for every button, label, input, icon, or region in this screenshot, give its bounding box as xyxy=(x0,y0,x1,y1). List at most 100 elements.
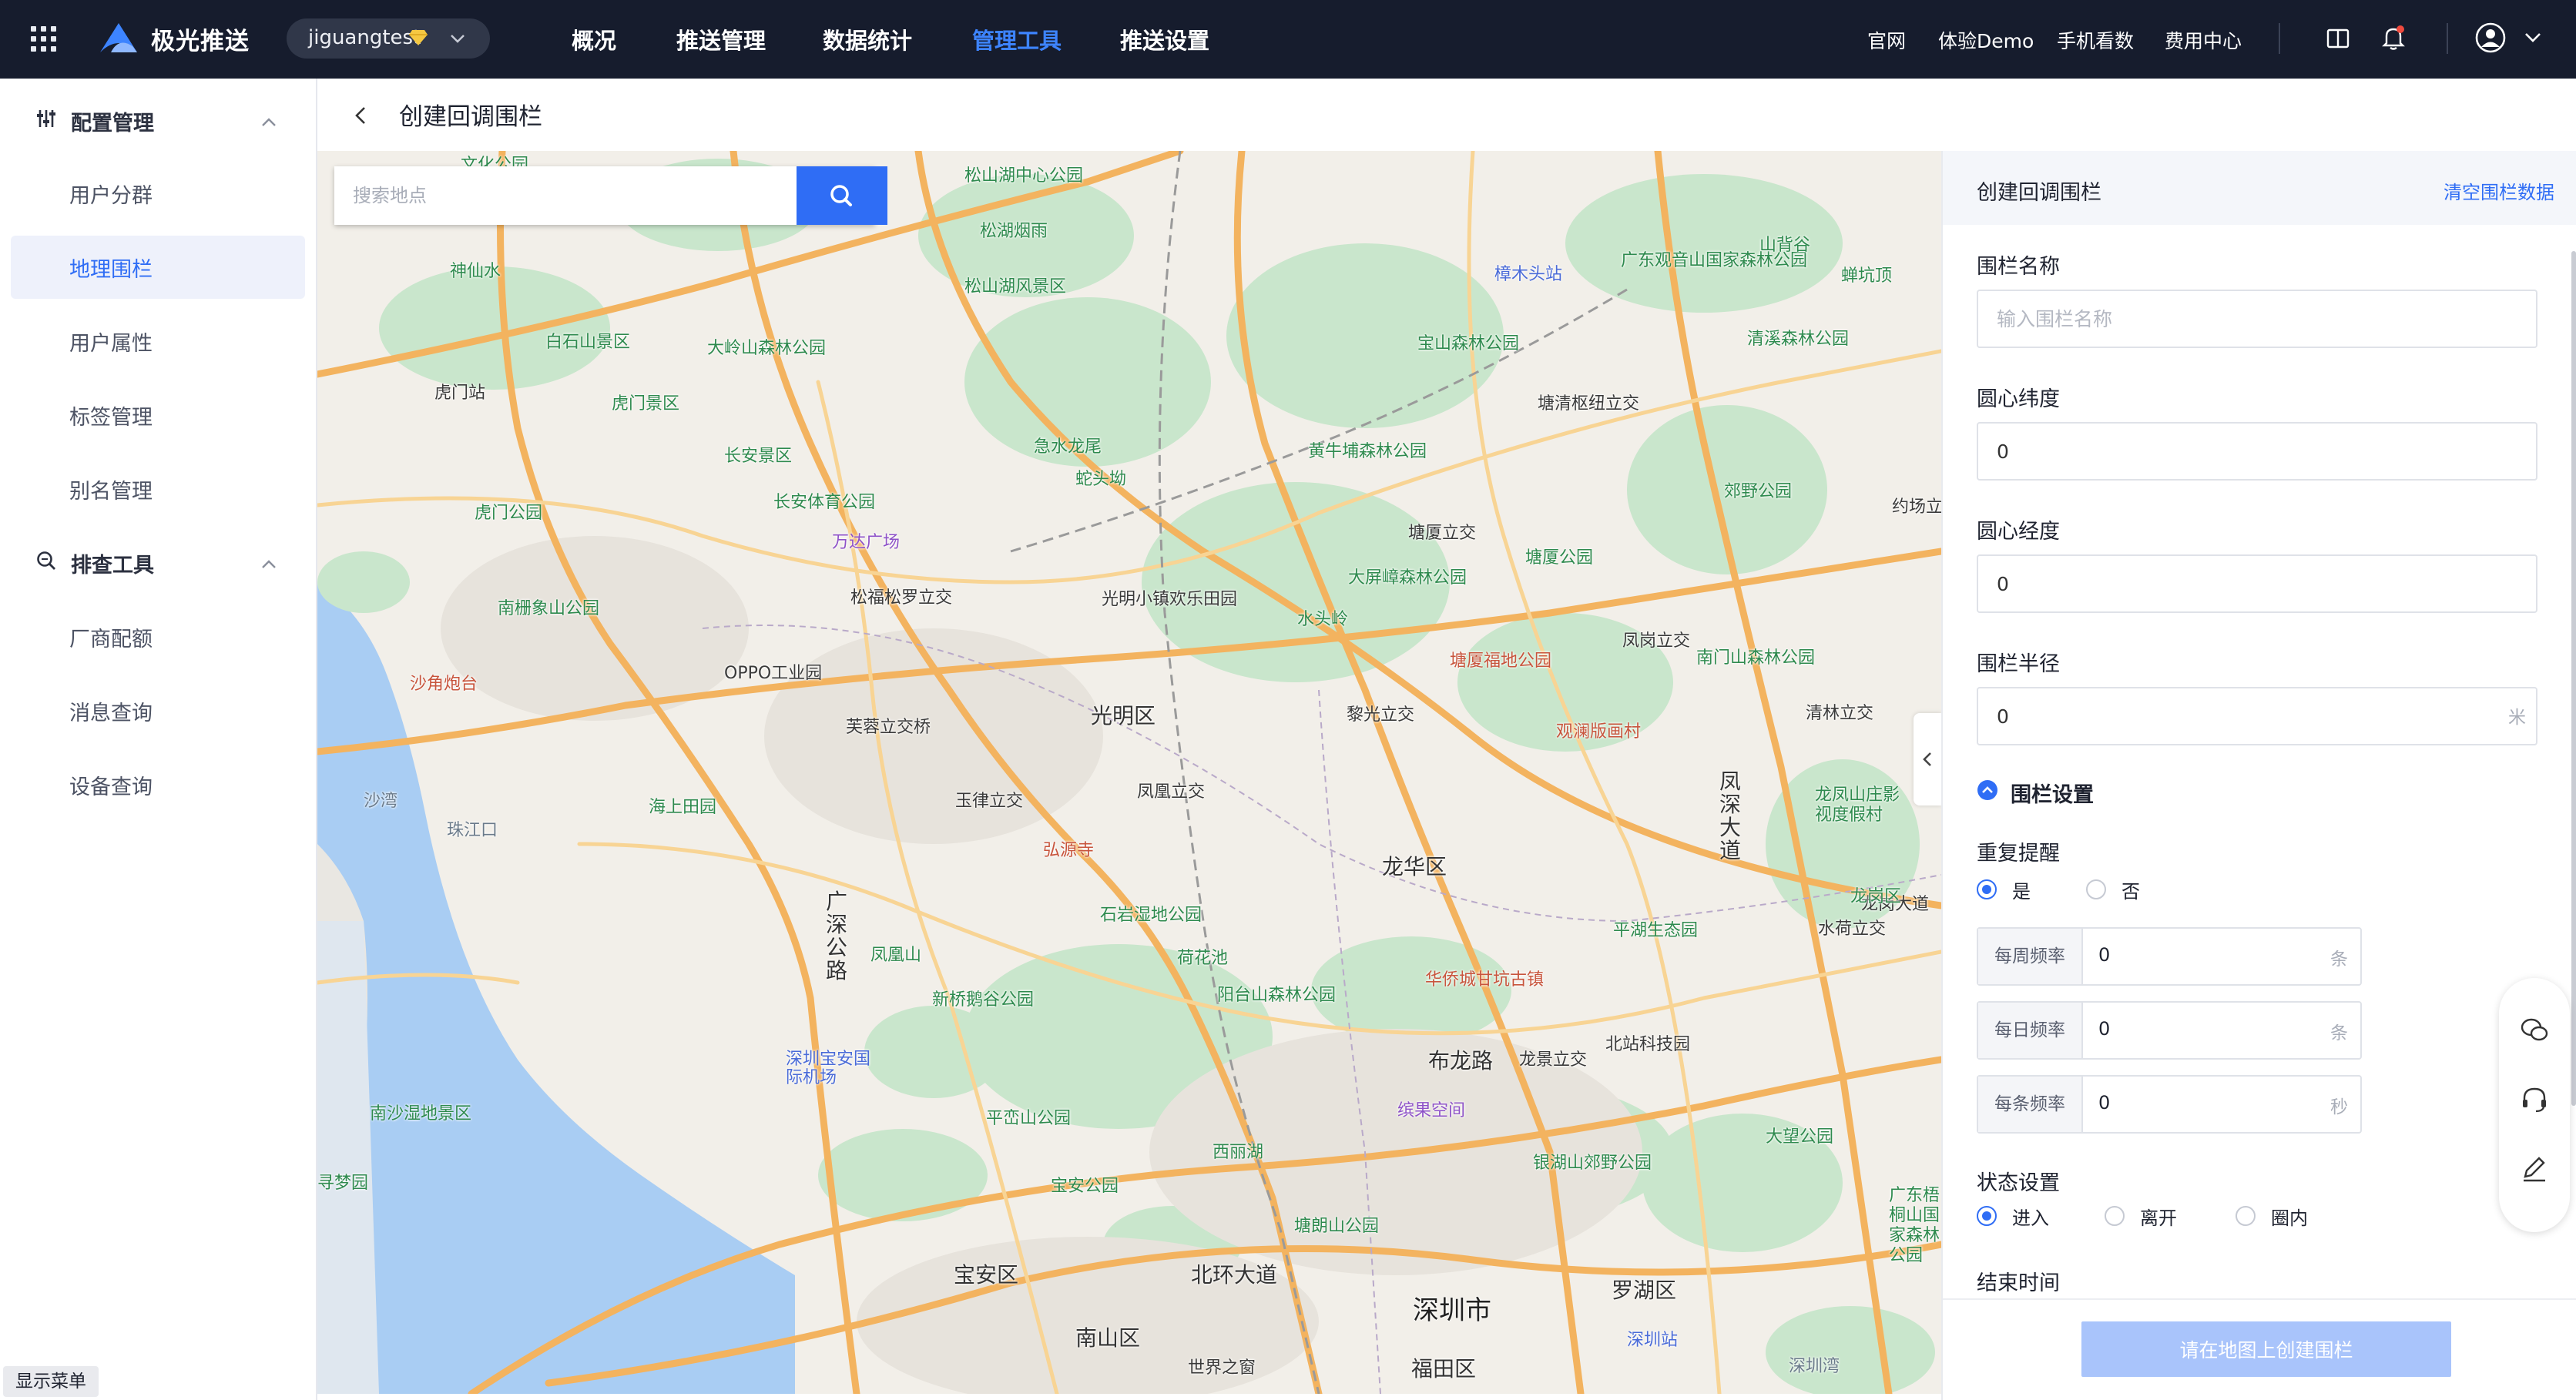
map-poi-label: 世界之窗 xyxy=(1188,1358,1256,1378)
sidebar-item-message-query[interactable]: 消息查询 xyxy=(69,696,153,726)
map-poi-label: 宝山森林公园 xyxy=(1417,334,1520,353)
link-billing[interactable]: 费用中心 xyxy=(2165,26,2242,54)
wechat-icon[interactable] xyxy=(2519,1015,2550,1046)
jiguang-logo-icon xyxy=(100,23,137,52)
chevron-up-circle-icon xyxy=(1977,780,1997,800)
sidebar-item-alias-management[interactable]: 别名管理 xyxy=(69,474,153,504)
nav-overview[interactable]: 概况 xyxy=(572,23,616,55)
map-district-label: 光明区 xyxy=(1091,703,1156,728)
map-poi-label: 广东梧桐山国家森林公园 xyxy=(1889,1186,1940,1265)
per-message-frequency-field[interactable]: 每条频率 0 秒 xyxy=(1977,1075,2362,1134)
map-road-label: 凤深大道 xyxy=(1719,769,1742,863)
nav-management-tools[interactable]: 管理工具 xyxy=(972,23,1062,55)
show-menu-button[interactable]: 显示菜单 xyxy=(3,1366,99,1397)
daily-frequency-field[interactable]: 每日频率 0 条 xyxy=(1977,1001,2362,1060)
map-poi-label: 布龙路 xyxy=(1428,1048,1494,1073)
sidebar-item-device-query[interactable]: 设备查询 xyxy=(69,770,153,800)
panel-collapse-toggle[interactable] xyxy=(1914,713,1941,806)
chevron-up-icon[interactable] xyxy=(260,559,277,570)
map-city-label: 深圳市 xyxy=(1413,1295,1491,1326)
map-search-button[interactable] xyxy=(797,166,887,225)
map-poi-label: 玉律立交 xyxy=(955,792,1024,811)
chevron-up-icon[interactable] xyxy=(260,117,277,128)
nav-push-settings[interactable]: 推送设置 xyxy=(1120,23,1209,55)
weekly-frequency-value[interactable]: 0 xyxy=(2098,944,2110,966)
radio-label: 进入 xyxy=(2012,1207,2049,1229)
sidebar-active-highlight xyxy=(11,236,305,299)
map-poi-label: 北站科技园 xyxy=(1605,1035,1691,1054)
sliders-icon xyxy=(37,110,55,127)
weekly-frequency-field[interactable]: 每周频率 0 条 xyxy=(1977,927,2362,986)
radio-label: 圈内 xyxy=(2271,1207,2308,1229)
panel-scrollbar[interactable] xyxy=(2571,251,2576,1106)
map-poi-label: 新桥鹅谷公园 xyxy=(932,990,1035,1010)
radio-dot xyxy=(1977,879,1997,899)
create-fence-on-map-button[interactable]: 请在地图上创建围栏 xyxy=(2081,1321,2451,1377)
chevron-down-icon[interactable] xyxy=(2522,29,2544,46)
account-switcher[interactable]: jiguangtest xyxy=(287,18,490,59)
map-poi-label: 水荷立交 xyxy=(1818,919,1887,939)
link-official-site[interactable]: 官网 xyxy=(1867,26,1906,54)
map-poi-label: 虎门公园 xyxy=(475,504,543,523)
center-lng-input[interactable] xyxy=(1977,554,2537,613)
map-poi-label: 大望公园 xyxy=(1766,1127,1834,1147)
book-icon[interactable] xyxy=(2326,28,2350,49)
map-poi-label: 宝安公园 xyxy=(1051,1177,1119,1196)
panel-header: 创建回调围栏 清空围栏数据 xyxy=(1943,151,2576,225)
daily-frequency-unit: 条 xyxy=(2330,1023,2348,1043)
divider xyxy=(2447,23,2448,54)
app-grid-icon[interactable] xyxy=(31,26,57,52)
map-poi-label: 寻梦园 xyxy=(317,1174,369,1193)
sidebar-item-geofence[interactable]: 地理围栏 xyxy=(69,253,153,283)
map-poi-label: 凤岗立交 xyxy=(1622,631,1691,651)
nav-push-management[interactable]: 推送管理 xyxy=(676,23,766,55)
edit-icon[interactable] xyxy=(2519,1154,2550,1184)
map-poi-label: 约场立交 xyxy=(1892,497,1941,517)
map-canvas[interactable]: 松山湖中心公园 松湖烟雨 松山湖风景区 大岭山森林公园 白石山景区 虎门站 虎门… xyxy=(317,151,1941,1394)
sidebar-item-user-segments[interactable]: 用户分群 xyxy=(69,179,153,209)
nav-data-stats[interactable]: 数据统计 xyxy=(823,23,912,55)
map-poi-label: 松湖烟雨 xyxy=(980,222,1048,241)
clear-fence-button[interactable]: 清空围栏数据 xyxy=(2444,177,2554,204)
fence-name-input[interactable] xyxy=(1977,290,2537,348)
map-poi-label: 虎门站 xyxy=(434,383,486,403)
link-demo[interactable]: 体验Demo xyxy=(1938,26,2034,54)
customer-service-icon[interactable] xyxy=(2519,1084,2550,1115)
map-poi-label: 郊野公园 xyxy=(1724,482,1793,501)
center-lat-input[interactable] xyxy=(1977,422,2537,481)
map-poi-label: 松福松罗立交 xyxy=(850,588,953,608)
page-title: 创建回调围栏 xyxy=(399,103,542,131)
map-poi-label: 清溪森林公园 xyxy=(1747,330,1850,349)
user-avatar-icon[interactable] xyxy=(2474,22,2507,54)
bell-icon[interactable] xyxy=(2382,25,2405,51)
link-mobile-stats[interactable]: 手机看数 xyxy=(2057,26,2134,54)
sidebar-item-vendor-quota[interactable]: 厂商配额 xyxy=(69,622,153,652)
map-poi-label: OPPO工业园 xyxy=(724,664,823,683)
map-poi-label: 南栅象山公园 xyxy=(498,599,600,618)
map-poi-label: 珠江口 xyxy=(447,821,498,840)
divider xyxy=(2279,23,2280,54)
per-message-frequency-label: 每条频率 xyxy=(1978,1077,2083,1132)
sidebar-item-user-attributes[interactable]: 用户属性 xyxy=(69,327,153,357)
map-poi-label: 黎光立交 xyxy=(1347,705,1415,725)
per-message-frequency-value[interactable]: 0 xyxy=(2098,1092,2110,1114)
center-lng-label: 圆心经度 xyxy=(1977,520,2060,544)
radius-input[interactable] xyxy=(1977,687,2537,745)
map-poi-label: 深圳湾 xyxy=(1789,1357,1840,1376)
map-poi-label: 虎门景区 xyxy=(612,394,680,414)
status-settings-label: 状态设置 xyxy=(1977,1171,2060,1195)
radio-label: 否 xyxy=(2122,881,2140,903)
map-poi-label: 北环大道 xyxy=(1191,1262,1278,1288)
map-search-input[interactable] xyxy=(334,166,797,225)
map-poi-label: 蛇头坳 xyxy=(1075,470,1127,489)
map-poi-label: 观澜版画村 xyxy=(1556,722,1642,742)
map-poi-label: 阳台山森林公园 xyxy=(1217,986,1337,1005)
brand-name: 极光推送 xyxy=(151,28,250,55)
back-arrow-icon[interactable] xyxy=(353,105,368,126)
map-district-label: 宝安区 xyxy=(954,1262,1019,1288)
radio-dot xyxy=(2236,1206,2256,1226)
daily-frequency-value[interactable]: 0 xyxy=(2098,1018,2110,1040)
sidebar-item-tag-management[interactable]: 标签管理 xyxy=(69,400,153,430)
radio-dot xyxy=(2105,1206,2125,1226)
map-district-label: 罗湖区 xyxy=(1612,1278,1677,1303)
